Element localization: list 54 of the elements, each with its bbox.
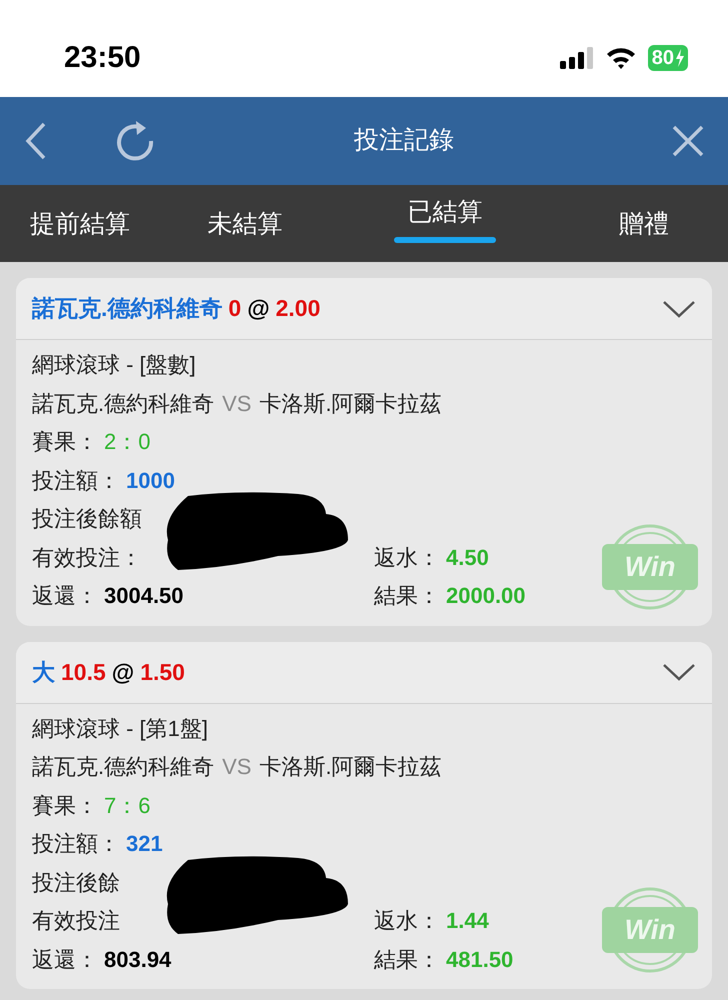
back-icon[interactable] [24,121,48,161]
score-label: 賽果： [32,428,98,456]
bet-odds: 2.00 [276,294,320,324]
score-value: 2：0 [104,428,150,456]
versus-label: VS [222,753,252,781]
stake-label: 投注額： [32,466,120,494]
score-value: 7：6 [104,792,150,820]
result-value: 481.50 [446,946,514,974]
stake-value: 1000 [126,466,175,494]
away-player: 卡洛斯.阿爾卡拉茲 [259,753,442,781]
rebate-label: 返水： [374,907,440,935]
home-player: 諾瓦克.德約科維奇 [32,753,214,781]
page-title: 投注記錄 [353,125,455,156]
battery-indicator: 80 [648,44,688,70]
refresh-icon[interactable] [114,119,156,163]
market-label: 網球滾球 - [第1盤] [32,714,208,743]
tab[interactable]: 提前結算 [0,185,160,262]
signal-icon [560,46,594,68]
return-value: 803.94 [104,946,172,974]
tab[interactable]: 已結算 [330,185,560,262]
balance-label: 投注後餘 [32,868,120,896]
close-icon[interactable] [672,125,704,157]
valid-stake-label: 有效投注： [32,544,142,572]
at-sign: @ [247,294,270,324]
home-player: 諾瓦克.德約科維奇 [32,390,214,418]
stake-value: 321 [126,830,163,858]
balance-label: 投注後餘額 [32,505,142,533]
return-label: 返還： [32,582,98,610]
wifi-icon [606,46,636,68]
return-value: 3004.50 [104,582,184,610]
bet-selection: 大 [32,658,55,687]
chevron-down-icon[interactable] [662,300,696,318]
tab[interactable]: 贈禮 [560,185,728,262]
bet-line: 0 [228,294,242,324]
result-label: 結果： [374,582,440,610]
result-label: 結果： [374,946,440,974]
at-sign: @ [112,658,134,687]
bet-line: 10.5 [61,658,106,687]
bet-odds: 1.50 [140,658,185,687]
bet-selection: 諾瓦克.德約科維奇 [32,294,222,324]
rebate-value: 1.44 [446,907,489,935]
valid-stake-label: 有效投注 [32,907,120,935]
market-label: 網球滾球 - [盤數] [32,351,196,379]
versus-label: VS [222,390,252,418]
return-label: 返還： [32,946,98,974]
stake-label: 投注額： [32,830,120,858]
chevron-down-icon[interactable] [662,663,696,681]
score-label: 賽果： [32,792,98,820]
away-player: 卡洛斯.阿爾卡拉茲 [259,390,442,418]
tab[interactable]: 未結算 [160,185,330,262]
result-value: 2000.00 [446,582,526,610]
rebate-label: 返水： [374,544,440,572]
rebate-value: 4.50 [446,544,489,572]
status-time: 23:50 [64,40,141,76]
